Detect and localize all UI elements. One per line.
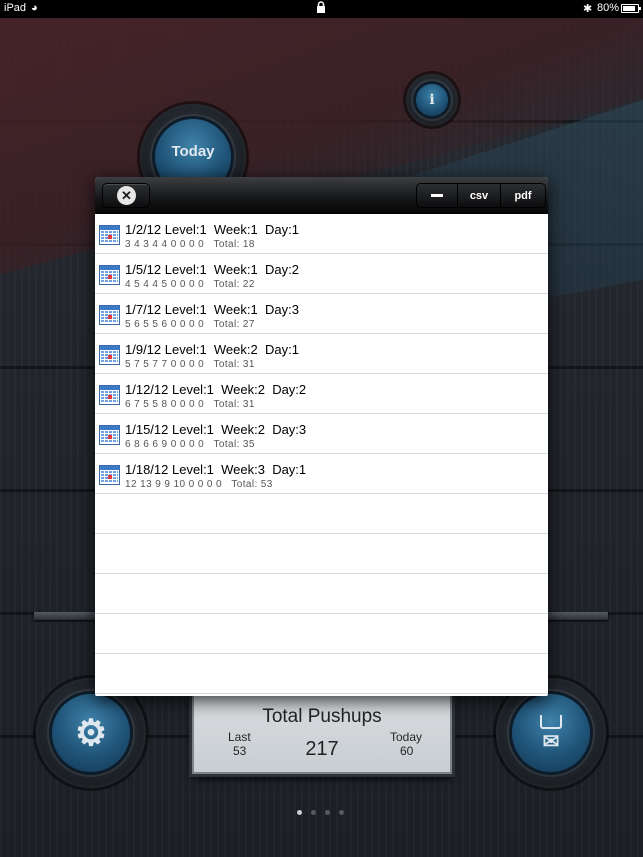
history-row-total: Total: 18 bbox=[213, 239, 255, 250]
history-row-detail: 12 13 9 9 10 0 0 0 0 Total: 53 bbox=[125, 479, 273, 490]
calendar-icon bbox=[99, 385, 120, 405]
empty-row bbox=[95, 534, 548, 574]
battery-percent: 80% bbox=[597, 2, 620, 14]
history-row-detail: 3 4 3 4 4 0 0 0 0 Total: 18 bbox=[125, 239, 255, 250]
calendar-icon bbox=[99, 225, 120, 245]
info-button[interactable]: i bbox=[416, 84, 448, 116]
page-indicator[interactable] bbox=[297, 810, 344, 815]
empty-row bbox=[95, 494, 548, 534]
page-dot[interactable] bbox=[339, 810, 344, 815]
history-row[interactable]: 1/12/12 Level:1 Week:2 Day:2 6 7 5 5 8 0 … bbox=[95, 374, 548, 414]
calendar-icon bbox=[99, 265, 120, 285]
history-row-reps: 6 8 6 6 9 0 0 0 0 bbox=[125, 439, 205, 450]
history-row-title: 1/18/12 Level:1 Week:3 Day:1 bbox=[125, 462, 307, 477]
lock-icon bbox=[316, 1, 326, 17]
history-row-reps: 5 6 5 5 6 0 0 0 0 bbox=[125, 319, 205, 330]
status-bar: iPad ◕ ✱ 80% bbox=[0, 0, 643, 18]
gear-icon: ⚙ bbox=[74, 712, 108, 753]
divider-rail-left bbox=[34, 612, 98, 620]
carrier-label: iPad bbox=[4, 2, 27, 14]
empty-row bbox=[95, 574, 548, 614]
history-row-detail: 4 5 4 4 5 0 0 0 0 Total: 22 bbox=[125, 279, 255, 290]
today-button-label: Today bbox=[171, 143, 215, 160]
page-dot[interactable] bbox=[297, 810, 302, 815]
history-row-title: 1/12/12 Level:1 Week:2 Day:2 bbox=[125, 382, 307, 397]
history-row-detail: 6 8 6 6 9 0 0 0 0 Total: 35 bbox=[125, 439, 255, 450]
empty-row bbox=[95, 654, 548, 694]
history-row-detail: 6 7 5 5 8 0 0 0 0 Total: 31 bbox=[125, 399, 255, 410]
history-row-total: Total: 53 bbox=[231, 479, 273, 490]
total-pushups-panel: Total Pushups Last 53 217 Today 60 bbox=[192, 694, 452, 774]
envelope-icon: ✉ bbox=[542, 731, 560, 753]
battery-icon bbox=[621, 4, 641, 13]
share-button[interactable]: ✉ bbox=[512, 694, 590, 772]
minus-icon bbox=[431, 194, 443, 197]
history-row-total: Total: 31 bbox=[213, 359, 255, 370]
close-button[interactable]: ✕ bbox=[102, 183, 150, 208]
history-row-total: Total: 35 bbox=[213, 439, 255, 450]
popover-toolbar: ✕ csv pdf bbox=[95, 177, 548, 214]
history-row-title: 1/2/12 Level:1 Week:1 Day:1 bbox=[125, 222, 299, 237]
page-dot[interactable] bbox=[325, 810, 330, 815]
history-row[interactable]: 1/15/12 Level:1 Week:2 Day:3 6 8 6 6 9 0 … bbox=[95, 414, 548, 454]
info-icon: i bbox=[429, 92, 435, 108]
history-row-total: Total: 31 bbox=[213, 399, 255, 410]
history-row-detail: 5 6 5 5 6 0 0 0 0 Total: 27 bbox=[125, 319, 255, 330]
history-row-title: 1/15/12 Level:1 Week:2 Day:3 bbox=[125, 422, 307, 437]
history-row-title: 1/9/12 Level:1 Week:2 Day:1 bbox=[125, 342, 299, 357]
history-row-reps: 3 4 3 4 4 0 0 0 0 bbox=[125, 239, 205, 250]
today-label: Today bbox=[390, 730, 423, 744]
settings-button[interactable]: ⚙ bbox=[52, 694, 130, 772]
inbox-tray-icon bbox=[540, 715, 562, 729]
history-row[interactable]: 1/2/12 Level:1 Week:1 Day:1 3 4 3 4 4 0 0… bbox=[95, 214, 548, 254]
delete-button[interactable] bbox=[417, 184, 457, 207]
history-popover: ✕ csv pdf 1/2/12 Level:1 Week:1 Day:1 3 4… bbox=[95, 177, 548, 696]
history-row-detail: 5 7 5 7 7 0 0 0 0 Total: 31 bbox=[125, 359, 255, 370]
calendar-icon bbox=[99, 425, 120, 445]
calendar-icon bbox=[99, 345, 120, 365]
history-row[interactable]: 1/18/12 Level:1 Week:3 Day:1 12 13 9 9 10… bbox=[95, 454, 548, 494]
pdf-button[interactable]: pdf bbox=[500, 184, 545, 207]
empty-row bbox=[95, 614, 548, 654]
history-row-total: Total: 27 bbox=[213, 319, 255, 330]
history-row-reps: 12 13 9 9 10 0 0 0 0 bbox=[125, 479, 222, 490]
today-value: 60 bbox=[400, 744, 414, 758]
calendar-icon bbox=[99, 305, 120, 325]
history-row-reps: 6 7 5 5 8 0 0 0 0 bbox=[125, 399, 205, 410]
calendar-icon bbox=[99, 465, 120, 485]
total-pushups-title: Total Pushups bbox=[262, 706, 382, 727]
close-circle-icon: ✕ bbox=[117, 186, 136, 205]
history-row[interactable]: 1/9/12 Level:1 Week:2 Day:1 5 7 5 7 7 0 0… bbox=[95, 334, 548, 374]
divider-rail-right bbox=[546, 612, 608, 620]
history-list[interactable]: 1/2/12 Level:1 Week:1 Day:1 3 4 3 4 4 0 0… bbox=[95, 214, 548, 694]
history-row-total: Total: 22 bbox=[213, 279, 255, 290]
bluetooth-icon: ✱ bbox=[583, 3, 593, 15]
history-row-title: 1/5/12 Level:1 Week:1 Day:2 bbox=[125, 262, 299, 277]
history-row-reps: 5 7 5 7 7 0 0 0 0 bbox=[125, 359, 205, 370]
history-row-reps: 4 5 4 4 5 0 0 0 0 bbox=[125, 279, 205, 290]
page-dot[interactable] bbox=[311, 810, 316, 815]
history-row[interactable]: 1/5/12 Level:1 Week:1 Day:2 4 5 4 4 5 0 0… bbox=[95, 254, 548, 294]
history-row-title: 1/7/12 Level:1 Week:1 Day:3 bbox=[125, 302, 299, 317]
history-row[interactable]: 1/7/12 Level:1 Week:1 Day:3 5 6 5 5 6 0 0… bbox=[95, 294, 548, 334]
wifi-icon: ◕ bbox=[31, 2, 38, 14]
csv-button[interactable]: csv bbox=[457, 184, 500, 207]
export-segmented-control: csv pdf bbox=[416, 183, 546, 208]
